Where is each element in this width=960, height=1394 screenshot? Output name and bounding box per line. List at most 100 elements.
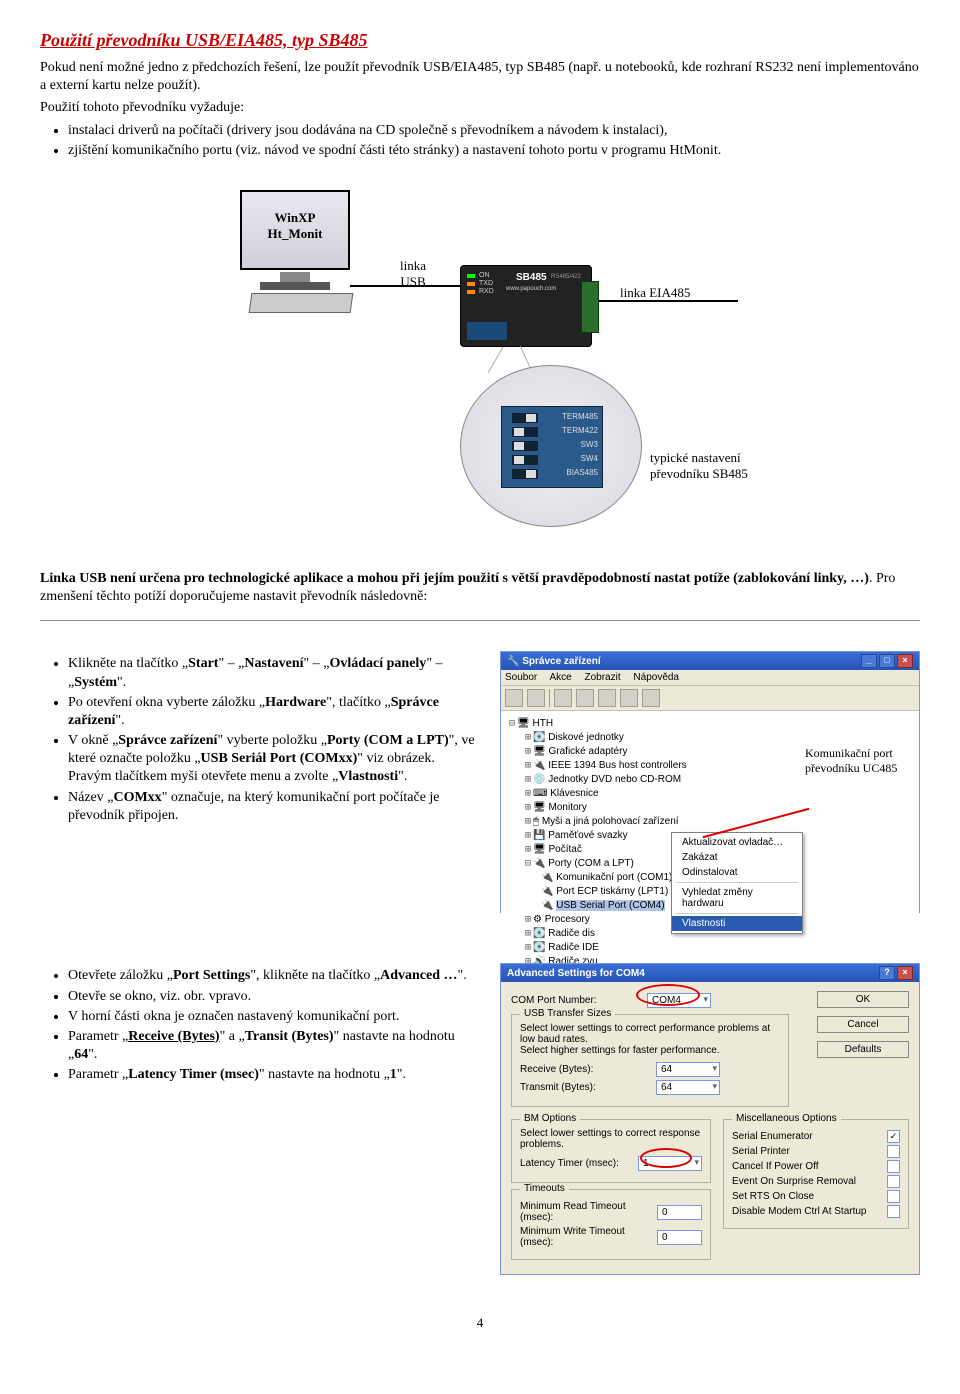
dip-label: SW3 bbox=[581, 440, 598, 449]
toolbar-btn[interactable] bbox=[527, 689, 545, 707]
trans-label: Transmit (Bytes): bbox=[520, 1082, 650, 1093]
led-label: TXD bbox=[479, 280, 493, 287]
steps-list-1: Klikněte na tlačítko „Start" – „Nastaven… bbox=[40, 655, 480, 825]
warning-bold: Linka USB není určena pro technologické … bbox=[40, 571, 869, 586]
tree-leaf[interactable]: Komunikační port (COM1) bbox=[556, 872, 672, 883]
menu-item[interactable]: Soubor bbox=[505, 672, 537, 683]
minread-label: Minimum Read Timeout (msec): bbox=[520, 1201, 651, 1223]
cancel-button[interactable]: Cancel bbox=[817, 1016, 909, 1033]
checkbox[interactable] bbox=[887, 1175, 900, 1188]
usb-label-line: USB bbox=[400, 274, 426, 290]
tree-node[interactable]: Diskové jednotky bbox=[548, 732, 624, 743]
ok-button[interactable]: OK bbox=[817, 991, 909, 1008]
dip-switch-zoom: TERM485 TERM422 SW3 SW4 BIAS485 bbox=[501, 406, 603, 488]
note: Select lower settings to correct perform… bbox=[520, 1023, 780, 1045]
reqs-header: Použití tohoto převodníku vyžaduje: bbox=[40, 99, 920, 117]
led-txd bbox=[467, 282, 475, 286]
tree-node[interactable]: Počítač bbox=[549, 844, 582, 855]
keyboard bbox=[249, 293, 354, 313]
close-icon[interactable]: × bbox=[897, 966, 913, 980]
tree-node[interactable]: Klávesnice bbox=[550, 788, 598, 799]
tree-node[interactable]: Myši a jiná polohovací zařízení bbox=[542, 816, 679, 827]
dip-label: TERM485 bbox=[562, 412, 598, 421]
menu-item[interactable]: Nápověda bbox=[633, 672, 679, 683]
toolbar-btn[interactable] bbox=[598, 689, 616, 707]
zoom-circle: TERM485 TERM422 SW3 SW4 BIAS485 bbox=[460, 365, 642, 527]
tree-node[interactable]: Radiče dis bbox=[548, 928, 595, 939]
recv-select[interactable]: 64 bbox=[656, 1062, 720, 1077]
titlebar: 🔧 Správce zařízení _□× bbox=[501, 652, 919, 670]
tree-node[interactable]: IEEE 1394 Bus host controllers bbox=[548, 760, 686, 771]
page-number: 4 bbox=[40, 1315, 920, 1331]
led-label: ON bbox=[479, 272, 490, 279]
help-icon[interactable]: ? bbox=[879, 966, 895, 980]
tree-node[interactable]: Procesory bbox=[545, 914, 590, 925]
tree-node[interactable]: Radiče IDE bbox=[548, 942, 599, 953]
checkbox-row[interactable]: Event On Surprise Removal bbox=[732, 1175, 900, 1188]
window-title: Správce zařízení bbox=[522, 656, 600, 667]
toolbar-btn[interactable] bbox=[554, 689, 572, 707]
window-buttons: _□× bbox=[859, 654, 913, 668]
device-sub: RS485/422 bbox=[551, 274, 581, 280]
tree-leaf[interactable]: Port ECP tiskárny (LPT1) bbox=[556, 886, 668, 897]
tree-node-ports[interactable]: Porty (COM a LPT) bbox=[548, 858, 634, 869]
minwrite-input[interactable]: 0 bbox=[657, 1230, 702, 1245]
checkbox[interactable] bbox=[887, 1190, 900, 1203]
ctx-item[interactable]: Odinstalovat bbox=[672, 865, 802, 880]
usb-label: linka USB bbox=[400, 258, 426, 290]
step-item: Otevřete záložku „Port Settings", klikně… bbox=[68, 967, 480, 985]
defaults-button[interactable]: Defaults bbox=[817, 1041, 909, 1058]
reqs-list: instalaci driverů na počítači (drivery j… bbox=[40, 122, 920, 160]
intro-para: Pokud není možné jedno z předchozích řeš… bbox=[40, 59, 920, 95]
zoom-line bbox=[488, 347, 504, 373]
checkbox-row[interactable]: Cancel If Power Off bbox=[732, 1160, 900, 1173]
step-item: Po otevření okna vyberte záložku „Hardwa… bbox=[68, 694, 480, 730]
fieldset-legend: BM Options bbox=[520, 1113, 580, 1124]
ctx-item[interactable]: Aktualizovat ovladač… bbox=[672, 835, 802, 850]
ctx-item[interactable]: Vyhledat změny hardwaru bbox=[672, 885, 802, 911]
checkbox-row[interactable]: Disable Modem Ctrl At Startup bbox=[732, 1205, 900, 1218]
trans-select[interactable]: 64 bbox=[656, 1080, 720, 1095]
usb-label-line: linka bbox=[400, 258, 426, 274]
fieldset-legend: Timeouts bbox=[520, 1183, 569, 1194]
checkbox-row[interactable]: Serial Printer bbox=[732, 1145, 900, 1158]
menu-item[interactable]: Akce bbox=[549, 672, 571, 683]
sb485-device: ON TXD RXD SB485 RS485/422 www.papouch.c… bbox=[460, 265, 592, 347]
titlebar: Advanced Settings for COM4 ?× bbox=[501, 964, 919, 982]
checkbox[interactable]: ✓ bbox=[887, 1130, 900, 1143]
checkbox[interactable] bbox=[887, 1145, 900, 1158]
tree-node[interactable]: Paměťové svazky bbox=[548, 830, 627, 841]
close-icon[interactable]: × bbox=[897, 654, 913, 668]
separator bbox=[40, 620, 920, 621]
tree-node[interactable]: Monitory bbox=[549, 802, 587, 813]
toolbar-btn[interactable] bbox=[576, 689, 594, 707]
callout-line-text: převodníku UC485 bbox=[805, 761, 925, 776]
checkbox-row[interactable]: Serial Enumerator✓ bbox=[732, 1130, 900, 1143]
ctx-item-selected[interactable]: Vlastnosti bbox=[672, 916, 802, 931]
fieldset-legend: USB Transfer Sizes bbox=[520, 1008, 615, 1019]
maximize-icon[interactable]: □ bbox=[879, 654, 895, 668]
minimize-icon[interactable]: _ bbox=[861, 654, 877, 668]
checkbox[interactable] bbox=[887, 1205, 900, 1218]
step-item: Parametr „Latency Timer (msec)" nastavte… bbox=[68, 1066, 480, 1084]
caption-line: převodníku SB485 bbox=[650, 466, 748, 482]
minread-input[interactable]: 0 bbox=[657, 1205, 702, 1220]
tree-node[interactable]: Jednotky DVD nebo CD-ROM bbox=[548, 774, 681, 785]
toolbar-btn[interactable] bbox=[505, 689, 523, 707]
section-title: Použití převodníku USB/EIA485, typ SB485 bbox=[40, 30, 920, 51]
led-on bbox=[467, 274, 475, 278]
menu-item[interactable]: Zobrazit bbox=[585, 672, 621, 683]
advanced-settings-window: Advanced Settings for COM4 ?× OK Cancel … bbox=[500, 963, 920, 1275]
zoom-caption: typické nastavení převodníku SB485 bbox=[650, 450, 748, 481]
ctx-item[interactable]: Zakázat bbox=[672, 850, 802, 865]
tree-leaf-selected[interactable]: USB Serial Port (COM4) bbox=[556, 900, 664, 911]
toolbar-btn[interactable] bbox=[642, 689, 660, 707]
tree-root[interactable]: HTH bbox=[533, 718, 554, 729]
checkbox-row[interactable]: Set RTS On Close bbox=[732, 1190, 900, 1203]
tree-node[interactable]: Grafické adaptéry bbox=[549, 746, 628, 757]
connection-diagram: WinXP Ht_Monit linka USB ON TXD RXD SB48… bbox=[200, 190, 760, 530]
checkbox[interactable] bbox=[887, 1160, 900, 1173]
toolbar-btn[interactable] bbox=[620, 689, 638, 707]
step-item: Otevře se okno, viz. obr. vpravo. bbox=[68, 988, 480, 1006]
dialog-buttons: OK Cancel Defaults bbox=[817, 988, 909, 1061]
